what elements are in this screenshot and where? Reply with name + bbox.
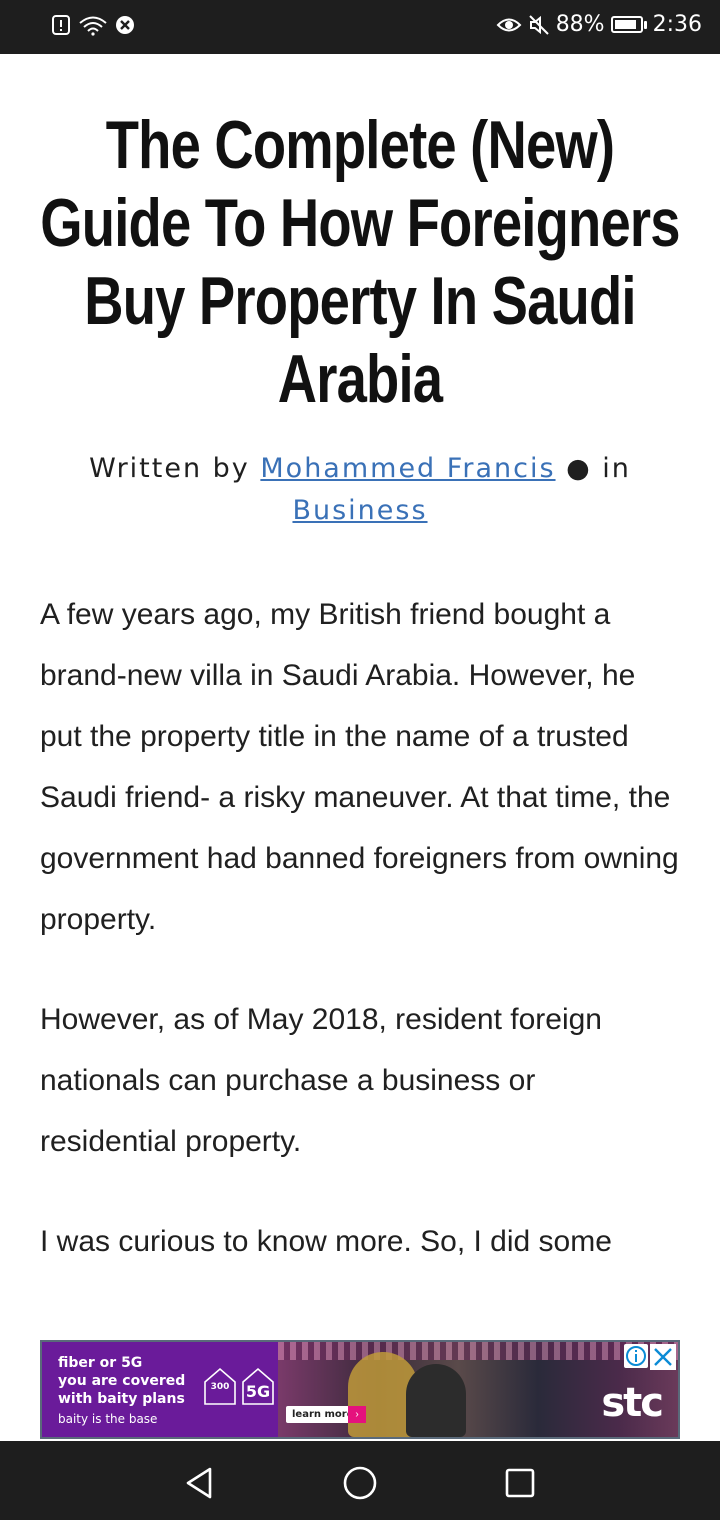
shield-icon	[116, 16, 134, 34]
ad-line4: baity is the base	[58, 1412, 158, 1426]
back-icon[interactable]	[180, 1463, 220, 1503]
home-icon[interactable]	[340, 1463, 380, 1503]
author-link[interactable]: Mohammed Francis	[260, 453, 555, 484]
clock: 2:36	[652, 12, 702, 37]
house-5g-icon: 5G	[240, 1364, 276, 1408]
ad-banner[interactable]: fiber or 5G you are covered with baity p…	[40, 1340, 680, 1439]
battery-percent: 88%	[555, 12, 605, 37]
navigation-bar	[0, 1441, 720, 1520]
stc-logo: stc	[601, 1380, 664, 1426]
byline-written-by: Written by	[89, 453, 250, 484]
battery-icon	[610, 16, 647, 33]
house-300-icon: 300	[202, 1364, 238, 1408]
recents-icon[interactable]	[500, 1463, 540, 1503]
status-bar: 88% 2:36	[0, 0, 720, 54]
article: The Complete (New) Guide To How Foreigne…	[40, 54, 681, 1272]
alert-icon	[52, 15, 70, 35]
ad-line2: you are covered	[58, 1373, 186, 1389]
article-title: The Complete (New) Guide To How Foreigne…	[40, 107, 680, 417]
ad-close-icon[interactable]	[650, 1344, 676, 1370]
paragraph: I was curious to know more. So, I did so…	[40, 1225, 612, 1258]
ad-line3: with baity plans	[58, 1391, 185, 1407]
paragraph: A few years ago, my British friend bough…	[40, 598, 679, 936]
arrow-right-icon: ›	[348, 1406, 366, 1423]
status-left-icons	[50, 14, 136, 36]
badge-300: 300	[210, 1382, 230, 1392]
eye-icon	[496, 18, 522, 31]
mute-icon	[528, 14, 549, 35]
wifi-icon	[79, 16, 107, 36]
byline: Written by Mohammed Francis ● in Busines…	[40, 448, 680, 532]
badge-5g: 5G	[245, 1382, 271, 1401]
status-right-icons: 88% 2:36	[496, 12, 702, 37]
category-link[interactable]: Business	[292, 495, 427, 526]
ad-line1: fiber or 5G	[58, 1355, 143, 1371]
byline-in: in	[602, 453, 631, 484]
paragraph: However, as of May 2018, resident foreig…	[40, 1003, 602, 1158]
ad-copy: fiber or 5G you are covered with baity p…	[58, 1354, 185, 1430]
ad-badges: 300 5G	[202, 1364, 276, 1408]
ad-info-icon[interactable]	[624, 1344, 648, 1368]
byline-bullet: ●	[566, 453, 592, 484]
